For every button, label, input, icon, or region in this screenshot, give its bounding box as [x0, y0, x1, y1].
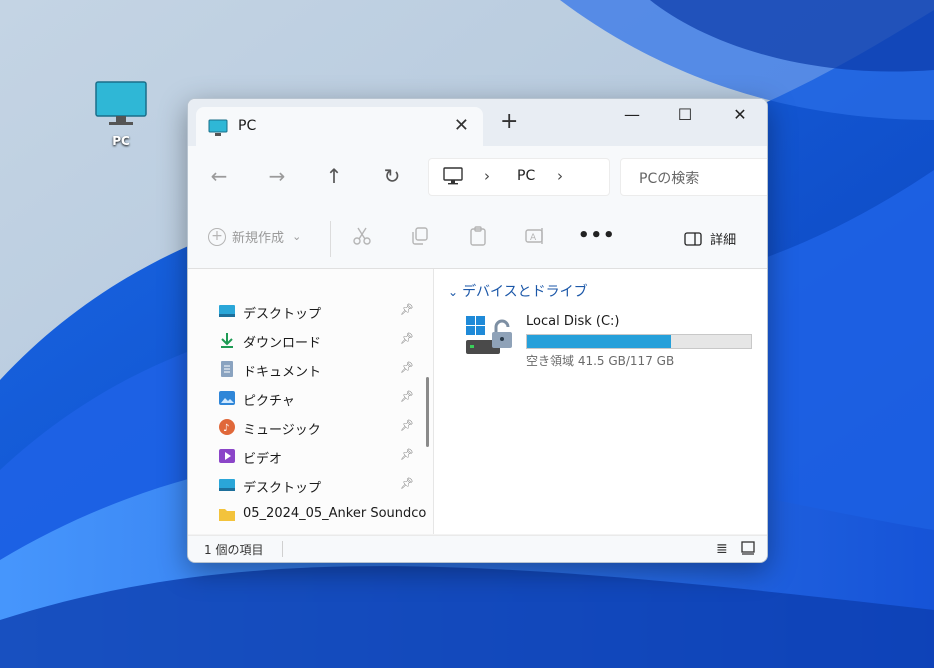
close-window-button[interactable]: ✕	[720, 105, 760, 124]
large-icons-view-icon[interactable]	[741, 541, 755, 559]
cut-icon[interactable]	[351, 225, 373, 251]
sidebar-item-label: 05_2024_05_Anker Soundco	[243, 506, 427, 521]
details-view-icon[interactable]: ≣	[716, 541, 728, 557]
search-placeholder: PCの検索	[639, 171, 700, 187]
search-box[interactable]: PCの検索	[620, 158, 767, 196]
pin-icon: 📌︎	[400, 303, 414, 316]
drive-name: Local Disk (C:)	[526, 314, 620, 329]
pin-icon: 📌︎	[400, 390, 414, 403]
locked-drive-icon	[466, 316, 512, 354]
desktop-pc-label: PC	[112, 134, 130, 148]
sidebar-item-label: ピクチャ	[243, 394, 295, 409]
new-label: 新規作成	[232, 231, 285, 246]
sidebar-item-label: ミュージック	[243, 423, 321, 438]
breadcrumb-chevron-icon[interactable]: ›	[557, 167, 563, 185]
sidebar-item-desktop[interactable]: デスクトップ 📌︎	[218, 300, 428, 324]
close-tab-icon[interactable]: ✕	[454, 115, 469, 136]
document-icon	[221, 361, 233, 377]
pictures-icon	[219, 391, 235, 405]
sidebar-item-desktop-2[interactable]: デスクトップ 📌︎	[218, 474, 428, 498]
address-bar[interactable]: › PC ›	[428, 158, 610, 196]
chevron-down-icon: ⌄	[292, 230, 302, 243]
pin-icon: 📌︎	[400, 419, 414, 432]
toolbar-divider	[330, 221, 331, 257]
new-tab-button[interactable]: +	[500, 109, 518, 134]
details-label: 詳細	[710, 233, 737, 248]
plus-icon: +	[208, 227, 226, 246]
status-divider	[282, 541, 283, 557]
new-button[interactable]: + 新規作成 ⌄	[208, 227, 301, 246]
music-icon: ♪	[219, 419, 235, 435]
sidebar-item-documents[interactable]: ドキュメント 📌︎	[218, 358, 428, 382]
tab-title: PC	[238, 118, 257, 134]
up-button[interactable]: ↑	[319, 164, 349, 188]
monitor-icon	[208, 119, 228, 141]
more-options-button[interactable]: •••	[578, 225, 616, 246]
desktop-pc-shortcut[interactable]: PC	[92, 80, 150, 148]
pin-icon: 📌︎	[400, 332, 414, 345]
sidebar-item-label: ドキュメント	[243, 365, 322, 380]
pin-icon: 📌︎	[400, 477, 414, 490]
drive-usage-bar	[526, 334, 752, 349]
file-explorer-window: PC ✕ + — ☐ ✕ ← → ↑ ↻ › PC › PCの検索 + 新規作成…	[187, 98, 768, 563]
folder-icon	[219, 509, 235, 521]
sidebar-item-folder[interactable]: 05_2024_05_Anker Soundco	[218, 503, 428, 527]
chevron-down-icon: ⌄	[448, 285, 459, 299]
sidebar-item-label: デスクトップ	[243, 481, 322, 496]
command-bar: + 新規作成 ⌄ A ••• 詳細	[188, 211, 767, 269]
breadcrumb-chevron-icon[interactable]: ›	[484, 167, 490, 185]
item-count: 1 個の項目	[204, 543, 264, 557]
sidebar-item-label: デスクトップ	[243, 307, 322, 322]
svg-text:♪: ♪	[223, 423, 229, 434]
sidebar-item-pictures[interactable]: ピクチャ 📌︎	[218, 387, 428, 411]
drive-c[interactable]: Local Disk (C:) 空き領域 41.5 GB/117 GB	[464, 314, 754, 374]
tab-pc[interactable]: PC ✕	[196, 107, 483, 146]
sidebar-item-videos[interactable]: ビデオ 📌︎	[218, 445, 428, 469]
content-pane: ⌄ デバイスとドライブ Local Disk (C:) 空き領域 41.5 GB/…	[434, 269, 767, 534]
status-bar: 1 個の項目 ≣	[188, 535, 767, 562]
download-icon	[221, 333, 233, 348]
desktop-icon	[219, 305, 235, 317]
minimize-button[interactable]: —	[612, 105, 652, 124]
drive-usage-fill	[527, 335, 672, 348]
pin-icon: 📌︎	[400, 361, 414, 374]
sidebar-item-label: ダウンロード	[243, 336, 322, 351]
back-button[interactable]: ←	[204, 164, 234, 188]
sidebar-item-label: ビデオ	[243, 452, 283, 467]
desktop-icon	[219, 479, 235, 491]
sidebar-scrollbar[interactable]	[426, 377, 429, 447]
group-header-devices[interactable]: ⌄ デバイスとドライブ	[448, 281, 588, 301]
monitor-icon	[95, 81, 147, 125]
rename-icon[interactable]: A	[524, 225, 546, 251]
breadcrumb-pc[interactable]: PC	[517, 168, 535, 184]
forward-button[interactable]: →	[262, 164, 292, 188]
svg-text:A: A	[530, 233, 537, 243]
navigation-bar: ← → ↑ ↻ › PC › PCの検索	[188, 146, 767, 212]
copy-icon[interactable]	[409, 225, 431, 251]
details-pane-icon	[684, 231, 702, 246]
paste-icon[interactable]	[467, 225, 489, 251]
title-bar: PC ✕ + — ☐ ✕	[188, 99, 767, 146]
maximize-button[interactable]: ☐	[665, 105, 705, 124]
video-icon	[219, 449, 235, 463]
drive-free-space: 空き領域 41.5 GB/117 GB	[526, 354, 675, 368]
navigation-pane: デスクトップ 📌︎ ダウンロード 📌︎ ドキュメント 📌︎ ピクチャ 📌︎ ♪ …	[188, 269, 433, 534]
group-title: デバイスとドライブ	[462, 284, 588, 300]
details-button[interactable]: 詳細	[684, 229, 736, 248]
sidebar-item-downloads[interactable]: ダウンロード 📌︎	[218, 329, 428, 353]
sidebar-item-music[interactable]: ♪ ミュージック 📌︎	[218, 416, 428, 440]
monitor-icon	[443, 167, 463, 189]
refresh-button[interactable]: ↻	[377, 164, 407, 188]
pin-icon: 📌︎	[400, 448, 414, 461]
